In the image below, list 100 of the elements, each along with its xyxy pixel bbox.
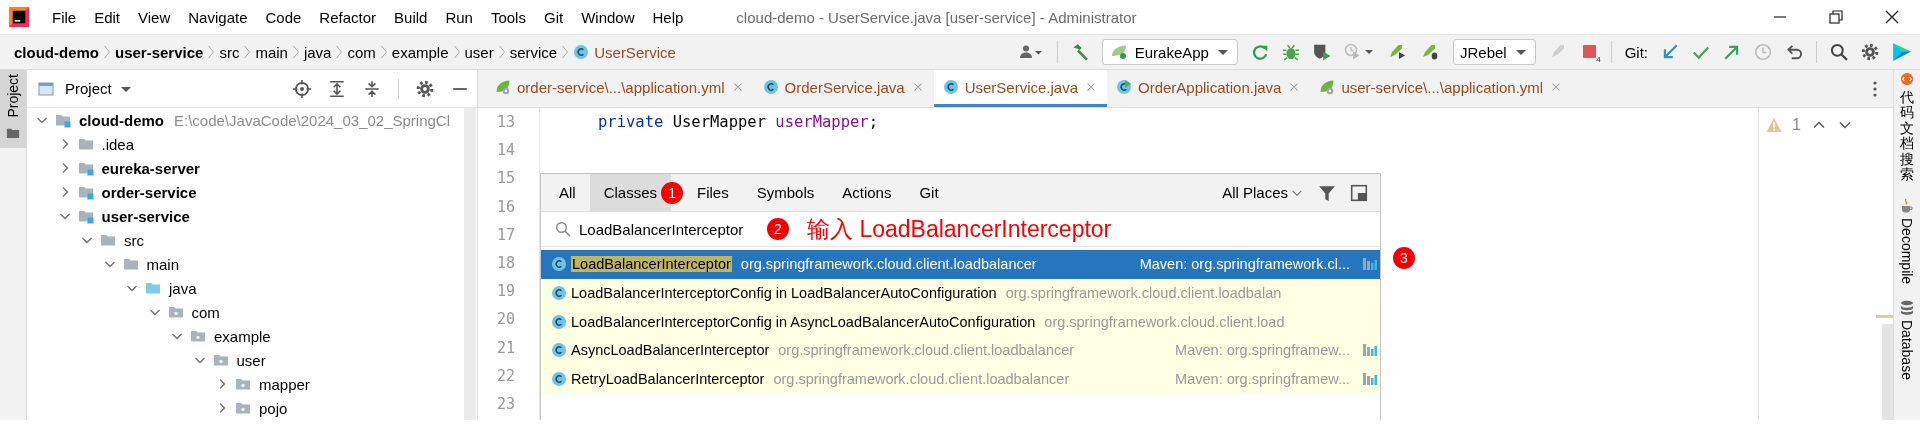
panel-title[interactable]: Project xyxy=(65,80,112,97)
close-icon[interactable] xyxy=(1884,9,1900,25)
breadcrumb-item[interactable]: user xyxy=(464,43,494,61)
menu-item[interactable]: Refactor xyxy=(310,8,386,26)
plugin-icon[interactable] xyxy=(1900,72,1914,86)
menu-item[interactable]: Code xyxy=(256,8,311,26)
folder-icon xyxy=(234,400,252,416)
tool-window-button[interactable]: Decompile xyxy=(1899,218,1915,285)
project-tool-button[interactable]: Project xyxy=(0,70,26,148)
stop-icon xyxy=(1581,44,1598,60)
tree-item[interactable]: pojo xyxy=(259,399,288,417)
scope-dropdown[interactable]: All Places xyxy=(1222,184,1304,201)
user-icon[interactable] xyxy=(1019,44,1044,60)
class-icon xyxy=(551,342,567,359)
editor-tab[interactable]: order-service\...\application.yml xyxy=(486,70,754,107)
jrebel-dropdown[interactable]: JRebel xyxy=(1452,39,1536,65)
tree-item[interactable]: example xyxy=(214,327,271,345)
menu-item[interactable]: Navigate xyxy=(179,8,257,26)
tree-item[interactable]: main xyxy=(146,255,179,273)
package-name: org.springframework.cloud.client.load xyxy=(1044,313,1285,330)
editor-tab[interactable]: OrderService.java xyxy=(753,70,934,107)
line-number: 19 xyxy=(495,281,515,303)
breadcrumb-item[interactable]: example xyxy=(391,43,449,61)
run-configuration-dropdown[interactable]: EurakeApp xyxy=(1101,39,1238,65)
menu-item[interactable]: Help xyxy=(643,8,693,26)
menu-item[interactable]: View xyxy=(129,8,180,26)
breadcrumb-item[interactable]: service xyxy=(509,43,558,61)
coffee-cup-icon[interactable] xyxy=(1899,198,1915,215)
tree-item[interactable]: user xyxy=(236,351,266,369)
class-icon xyxy=(762,79,779,95)
result-row[interactable]: LoadBalancerInterceptor org.springframework.cloud.client.loadbalancer Maven: org.springframework.cl... xyxy=(541,250,1380,279)
settings-icon[interactable] xyxy=(416,79,434,98)
tree-item[interactable]: src xyxy=(124,231,144,249)
rerun-icon[interactable] xyxy=(1250,43,1269,61)
result-row[interactable]: LoadBalancerInterceptorConfig in AsyncLoadBalancerAutoConfiguration org.springframework.cloud.client.load xyxy=(541,307,1380,337)
tree-item[interactable]: order-service xyxy=(101,183,197,201)
breadcrumb-item[interactable]: user-service xyxy=(115,43,204,61)
scrollbar[interactable] xyxy=(464,108,476,420)
collapse-all-icon[interactable] xyxy=(363,79,381,98)
search-field[interactable]: LoadBalancerInterceptor xyxy=(579,220,759,238)
library-name: Maven: org.springframew... xyxy=(1174,371,1350,388)
tree-item[interactable]: eureka-server xyxy=(101,159,200,177)
clock-run-icon[interactable] xyxy=(1343,43,1374,61)
separator-icon xyxy=(497,44,506,60)
undo-icon[interactable] xyxy=(1785,43,1803,61)
filter-icon[interactable] xyxy=(1318,183,1336,202)
scrollbar[interactable] xyxy=(1882,324,1893,420)
warning-marker[interactable] xyxy=(1876,315,1893,318)
tree-item[interactable]: com xyxy=(191,303,220,321)
library-icon xyxy=(1362,256,1378,273)
search-tab[interactable]: All xyxy=(545,174,590,211)
search-tab[interactable]: Git xyxy=(905,174,953,211)
search-icon[interactable] xyxy=(1830,43,1848,61)
settings-icon[interactable] xyxy=(1861,43,1879,61)
menu-item[interactable]: Edit xyxy=(85,8,130,26)
editor-tab[interactable]: user-service\...\application.yml xyxy=(1310,70,1573,107)
bug-icon[interactable] xyxy=(1281,43,1300,61)
pin-window-icon[interactable] xyxy=(1350,183,1368,202)
result-row[interactable]: LoadBalancerInterceptorConfig in LoadBalancerAutoConfiguration org.springframework.cloud.client.loadbalan xyxy=(541,278,1380,308)
breadcrumb-item[interactable]: src xyxy=(219,43,240,61)
editor-tab[interactable]: OrderApplication.java xyxy=(1107,70,1311,107)
tool-window-button[interactable]: 代码文档搜索 xyxy=(1900,90,1914,183)
annotation-note: 输入 LoadBalancerInterceptor xyxy=(807,214,1112,244)
result-row[interactable]: RetryLoadBalancerInterceptor org.springframework.cloud.client.loadbalancer Maven: org.springframew... xyxy=(541,364,1380,394)
tree-item[interactable]: user-service xyxy=(101,207,190,225)
class-run-icon xyxy=(1116,79,1132,95)
breadcrumb-item[interactable]: com xyxy=(347,43,376,61)
database-icon[interactable] xyxy=(1899,300,1915,317)
warning-count[interactable]: 1 xyxy=(1792,116,1801,134)
menu-item[interactable]: Tools xyxy=(481,8,535,26)
breadcrumb-item[interactable]: UserService xyxy=(573,43,676,61)
tree-item[interactable]: java xyxy=(169,279,197,297)
arrow-down-left-icon[interactable] xyxy=(1661,43,1679,61)
search-tab[interactable]: Actions xyxy=(828,174,906,211)
tree-item[interactable]: cloud-demo xyxy=(79,111,164,129)
tree-item[interactable]: .idea xyxy=(101,135,135,153)
result-row[interactable]: AsyncLoadBalancerInterceptor org.springframework.cloud.client.loadbalancer Maven: org.springframew... xyxy=(541,336,1380,365)
menu-item[interactable]: Window xyxy=(572,8,644,26)
shield-run-icon[interactable] xyxy=(1312,43,1331,61)
step-badge: 2 xyxy=(767,218,789,240)
line-number: 23 xyxy=(495,393,515,415)
menu-item[interactable]: Build xyxy=(385,8,437,26)
menu-item[interactable]: Run xyxy=(436,8,482,26)
locate-icon[interactable] xyxy=(293,79,311,98)
tool-window-button[interactable]: Database xyxy=(1899,320,1915,381)
breadcrumb-item[interactable]: cloud-demo xyxy=(14,43,99,61)
menu-item[interactable]: Git xyxy=(534,8,573,26)
tree-item[interactable]: mapper xyxy=(259,375,310,393)
expand-all-icon[interactable] xyxy=(328,79,346,98)
breadcrumb-item[interactable]: java xyxy=(303,43,332,61)
hammer-icon[interactable] xyxy=(1070,43,1089,61)
search-tab[interactable]: Files xyxy=(683,174,743,211)
menu-item[interactable]: File xyxy=(43,8,86,26)
breadcrumb-item[interactable]: main xyxy=(255,43,288,61)
app-logo-icon[interactable] xyxy=(1892,42,1912,62)
arrow-up-right-icon[interactable] xyxy=(1723,43,1741,61)
editor-tab[interactable]: UserService.java xyxy=(933,70,1107,107)
search-tab[interactable]: Symbols xyxy=(742,174,829,211)
git-label: Git: xyxy=(1624,43,1648,61)
restore-icon[interactable] xyxy=(1828,9,1844,25)
